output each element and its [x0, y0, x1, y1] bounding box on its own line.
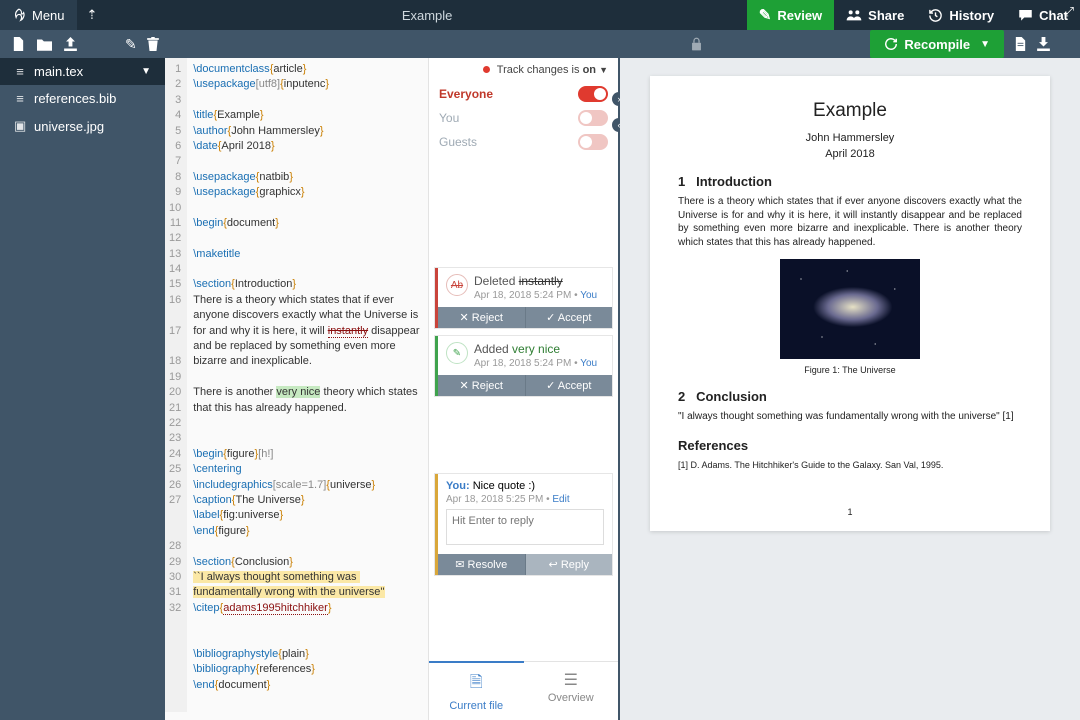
- track-changes-status: Track changes is on ▼: [483, 64, 608, 76]
- track-toggle-row: You: [429, 106, 618, 130]
- accept-button[interactable]: ✓ Accept: [526, 375, 613, 396]
- pdf-title: Example: [678, 100, 1022, 122]
- pdf-paragraph: There is a theory which states that if e…: [678, 195, 1022, 249]
- pencil-icon: ✎: [446, 342, 468, 364]
- reject-button[interactable]: ✕ Reject: [438, 307, 526, 328]
- pdf-figure-image: [780, 259, 920, 359]
- pdf-section-intro: 1 Introduction: [678, 174, 1022, 189]
- logs-icon[interactable]: [1014, 37, 1027, 51]
- upload-icon[interactable]: [64, 37, 77, 51]
- new-file-icon[interactable]: [12, 37, 25, 51]
- toggle-label: You: [439, 111, 459, 125]
- pdf-figure-caption: Figure 1: The Universe: [678, 365, 1022, 375]
- accept-button[interactable]: ✓ Accept: [526, 307, 613, 328]
- file-name: references.bib: [34, 91, 151, 106]
- review-panel: Track changes is on ▼ EveryoneYouGuests …: [428, 58, 618, 720]
- track-toggle-row: Guests: [429, 130, 618, 154]
- file-item[interactable]: ≡ main.tex ▼: [0, 58, 165, 85]
- file-item[interactable]: ▣ universe.jpg: [0, 112, 165, 140]
- toggle-switch[interactable]: [578, 86, 608, 102]
- file-icon: 🗎: [429, 671, 524, 698]
- pdf-preview[interactable]: Example John Hammersley April 2018 1 Int…: [620, 58, 1080, 720]
- pdf-page: Example John Hammersley April 2018 1 Int…: [650, 76, 1050, 531]
- share-button[interactable]: Share: [834, 0, 916, 30]
- file-name: universe.jpg: [34, 119, 151, 134]
- reject-button[interactable]: ✕ Reject: [438, 375, 526, 396]
- list-icon: ☰: [524, 670, 619, 690]
- expand-icon[interactable]: ⤢: [1064, 4, 1074, 20]
- resolve-button[interactable]: ✉ Resolve: [438, 554, 526, 575]
- chevron-down-icon: ▼: [980, 39, 990, 50]
- pdf-author: John Hammersley: [678, 132, 1022, 144]
- pdf-paragraph: "I always thought something was fundamen…: [678, 410, 1022, 424]
- history-icon: [928, 8, 943, 23]
- up-button[interactable]: ⇡: [77, 0, 108, 30]
- lock-icon[interactable]: [690, 37, 703, 51]
- toggle-label: Everyone: [439, 87, 493, 101]
- share-icon: [846, 8, 862, 22]
- file-icon: ≡: [14, 64, 26, 79]
- review-button[interactable]: ✎ Review: [747, 0, 834, 30]
- menu-button[interactable]: Menu: [0, 0, 77, 30]
- edit-link[interactable]: Edit: [552, 494, 569, 505]
- code-editor[interactable]: 1234567891011121314151617181920212223242…: [165, 58, 428, 720]
- logo-icon: [12, 8, 26, 22]
- code-content[interactable]: \documentclass{article}\usepackage[utf8]…: [187, 58, 428, 712]
- file-item[interactable]: ≡ references.bib: [0, 85, 165, 112]
- change-card-deleted: Ab Deleted instantly Apr 18, 2018 5:24 P…: [435, 268, 612, 328]
- up-icon: ⇡: [87, 7, 98, 23]
- pdf-page-number: 1: [650, 507, 1050, 517]
- recompile-icon: [884, 37, 898, 51]
- recompile-button[interactable]: Recompile ▼: [870, 30, 1004, 58]
- file-name: main.tex: [34, 64, 133, 79]
- new-folder-icon[interactable]: [37, 38, 52, 51]
- chat-icon: [1018, 8, 1033, 22]
- tab-current-file[interactable]: 🗎 Current file: [429, 661, 524, 720]
- pdf-date: April 2018: [678, 148, 1022, 160]
- pdf-references-heading: References: [678, 438, 1022, 453]
- toggle-label: Guests: [439, 135, 477, 149]
- rename-icon[interactable]: ✎: [125, 36, 137, 53]
- file-tree: ≡ main.tex ▼ ≡ references.bib ▣ universe.jpg: [0, 58, 165, 720]
- toggle-switch[interactable]: [578, 110, 608, 126]
- tab-overview[interactable]: ☰ Overview: [524, 662, 619, 720]
- reply-input[interactable]: [446, 509, 604, 545]
- pdf-section-conclusion: 2 Conclusion: [678, 389, 1022, 404]
- file-icon: ≡: [14, 91, 26, 106]
- line-numbers: 1234567891011121314151617181920212223242…: [165, 58, 187, 712]
- history-button[interactable]: History: [916, 0, 1006, 30]
- track-toggle-row: Everyone: [429, 82, 618, 106]
- project-title: Example: [107, 8, 746, 23]
- strike-icon: Ab: [446, 274, 468, 296]
- pdf-bib-entry: [1] D. Adams. The Hitchhiker's Guide to …: [678, 459, 1022, 471]
- change-card-added: ✎ Added very nice Apr 18, 2018 5:24 PM •…: [435, 336, 612, 396]
- comment-card: You: Nice quote :) Apr 18, 2018 5:25 PM …: [435, 474, 612, 575]
- chevron-down-icon: ▼: [141, 66, 151, 77]
- reply-button[interactable]: ↩ Reply: [526, 554, 613, 575]
- download-icon[interactable]: [1037, 37, 1050, 51]
- delete-icon[interactable]: [147, 37, 159, 51]
- file-icon: ▣: [14, 118, 26, 134]
- review-icon: ✎: [759, 6, 772, 24]
- toggle-switch[interactable]: [578, 134, 608, 150]
